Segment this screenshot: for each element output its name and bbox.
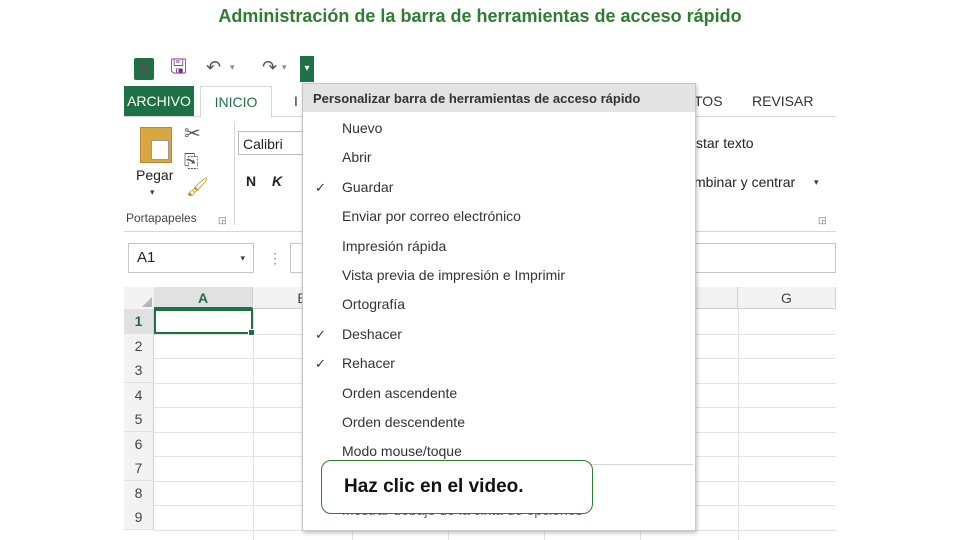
formula-bar-dots-icon: ⋮: [268, 250, 282, 266]
menu-item[interactable]: Vista previa de impresión e Imprimir: [303, 261, 695, 290]
name-box-value: A1: [137, 249, 156, 266]
undo-icon[interactable]: ↶: [206, 56, 221, 78]
row-header[interactable]: 7: [124, 456, 154, 481]
row-header[interactable]: 2: [124, 334, 154, 359]
clipboard-group-label: Portapapeles: [126, 211, 197, 225]
menu-item-label: Rehacer: [342, 355, 395, 372]
quick-access-toolbar: X 🖫 ↶ ▾ ↷ ▾: [130, 54, 320, 82]
redo-caret-icon[interactable]: ▾: [282, 62, 287, 73]
row-header[interactable]: 6: [124, 432, 154, 457]
check-icon: ✓: [315, 326, 326, 342]
row-header[interactable]: 8: [124, 481, 154, 506]
select-all-button[interactable]: [124, 287, 155, 310]
fill-handle[interactable]: [248, 329, 255, 336]
menu-item[interactable]: Ortografía: [303, 290, 695, 319]
row-header[interactable]: 4: [124, 383, 154, 408]
slide-title: Administración de la barra de herramient…: [218, 6, 742, 26]
name-box[interactable]: A1 ▾: [128, 243, 254, 273]
redo-icon[interactable]: ↷: [262, 56, 277, 78]
alignment-launcher-icon[interactable]: ◲: [818, 215, 827, 226]
row-header[interactable]: 9: [124, 505, 154, 530]
cut-icon[interactable]: ✂: [184, 121, 201, 146]
save-icon[interactable]: 🖫: [170, 56, 187, 78]
group-divider: [234, 121, 235, 225]
row-header[interactable]: 5: [124, 407, 154, 432]
check-icon: ✓: [315, 356, 326, 372]
menu-item-label: Vista previa de impresión e Imprimir: [342, 267, 566, 283]
menu-item[interactable]: ✓ Guardar: [303, 173, 695, 202]
menu-item-label: Orden descendente: [342, 414, 465, 430]
paste-icon[interactable]: [140, 127, 172, 163]
menu-item-label: Deshacer: [342, 325, 402, 342]
menu-item[interactable]: Impresión rápida: [303, 232, 695, 261]
customize-qat-button[interactable]: ▾: [300, 56, 314, 82]
menu-item[interactable]: ✓ Deshacer: [303, 320, 695, 349]
tab-inicio[interactable]: INICIO: [200, 86, 272, 118]
row-header[interactable]: 1: [124, 309, 154, 334]
column-header[interactable]: G: [738, 287, 836, 309]
menu-item-label: Enviar por correo electrónico: [342, 208, 521, 225]
font-name-box[interactable]: Calibri: [238, 131, 308, 155]
menu-item[interactable]: Enviar por correo electrónico: [303, 202, 695, 231]
video-callout[interactable]: Haz clic en el video.: [321, 460, 593, 514]
merge-center-button[interactable]: mbinar y centrar: [694, 174, 795, 190]
menu-item[interactable]: ✓ Rehacer: [303, 349, 695, 378]
excel-icon[interactable]: X: [134, 58, 154, 80]
format-painter-icon[interactable]: 🖌: [186, 177, 209, 198]
menu-item[interactable]: Abrir: [303, 143, 695, 172]
menu-item[interactable]: Orden ascendente: [303, 379, 695, 408]
wrap-text-button[interactable]: star texto: [696, 135, 754, 151]
paste-caret-icon[interactable]: ▾: [150, 187, 155, 198]
row-header[interactable]: 3: [124, 358, 154, 383]
undo-caret-icon[interactable]: ▾: [230, 62, 235, 73]
menu-item-label: Abrir: [342, 149, 372, 166]
column-header[interactable]: A: [154, 287, 253, 309]
menu-item[interactable]: Orden descendente: [303, 408, 695, 437]
merge-caret-icon[interactable]: ▾: [814, 177, 819, 188]
tab-datos[interactable]: TOS: [694, 86, 723, 116]
italic-button[interactable]: K: [272, 173, 282, 189]
active-cell[interactable]: [154, 309, 255, 336]
clipboard-launcher-icon[interactable]: ◲: [218, 215, 227, 226]
menu-item-label: Orden ascendente: [342, 384, 458, 401]
menu-item-label: Modo mouse/toque: [342, 443, 462, 460]
bold-button[interactable]: N: [246, 173, 256, 189]
menu-item-label: Guardar: [342, 178, 394, 195]
tab-revisar[interactable]: REVISAR: [752, 86, 813, 116]
menu-item-label: Ortografía: [342, 296, 406, 313]
tab-archivo[interactable]: ARCHIVO: [124, 86, 194, 116]
menu-item-label: Impresión rápida: [342, 237, 447, 254]
copy-icon[interactable]: ⎘: [184, 151, 198, 172]
name-box-caret-icon[interactable]: ▾: [240, 244, 245, 272]
paste-button[interactable]: Pegar: [136, 167, 173, 183]
menu-item[interactable]: Nuevo: [303, 114, 695, 143]
menu-header: Personalizar barra de herramientas de ac…: [303, 84, 695, 112]
menu-item-label: Nuevo: [342, 120, 383, 136]
check-icon: ✓: [315, 179, 326, 195]
